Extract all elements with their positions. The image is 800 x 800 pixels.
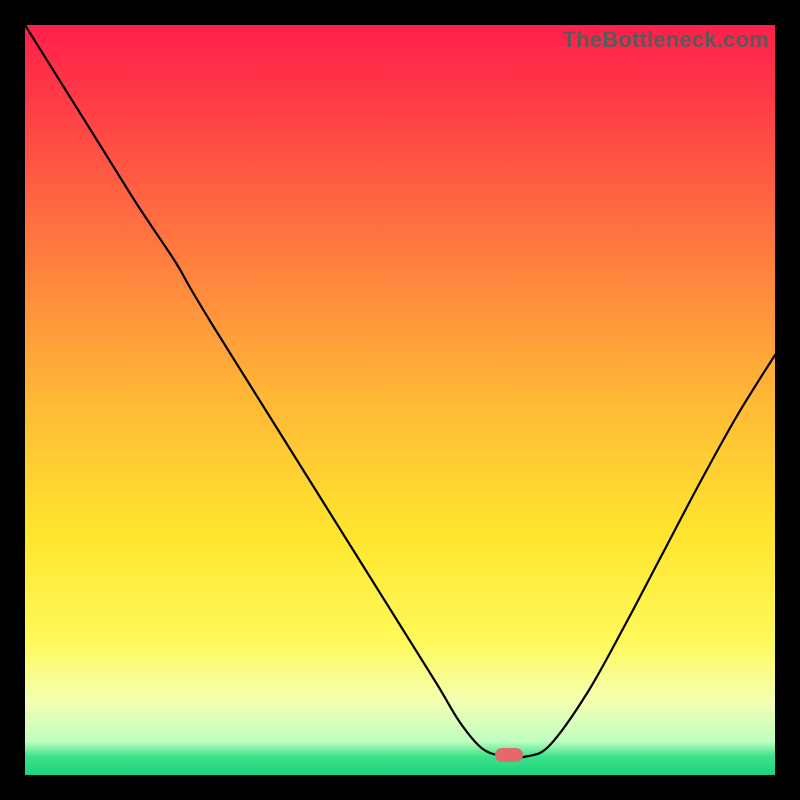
chart-frame: TheBottleneck.com [25, 25, 775, 775]
gradient-background [25, 25, 775, 775]
chart-svg [25, 25, 775, 775]
